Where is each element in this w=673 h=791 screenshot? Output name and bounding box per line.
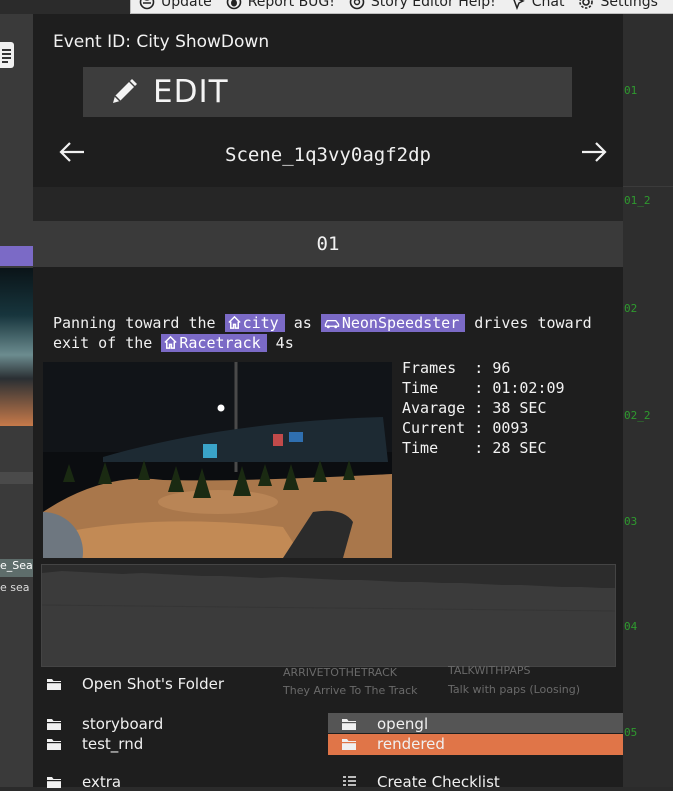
stat-value: 01:02:09 bbox=[492, 379, 565, 397]
folder-icon bbox=[47, 679, 61, 690]
create-checklist-button[interactable]: Create Checklist bbox=[341, 773, 500, 791]
stat-row: Frames : 96 bbox=[402, 359, 511, 377]
stat-key: Frames bbox=[402, 359, 466, 377]
scene-separator bbox=[33, 187, 623, 221]
left-tag-strip bbox=[0, 246, 33, 266]
left-divider bbox=[0, 472, 33, 484]
folder-opengl[interactable]: opengl bbox=[341, 715, 428, 733]
location-tag-racetrack[interactable]: Racetrack bbox=[161, 334, 267, 352]
location-tag-city[interactable]: city bbox=[224, 314, 285, 332]
chat-icon bbox=[513, 0, 525, 10]
chat-menu-item[interactable]: Chat bbox=[510, 0, 565, 13]
stat-key: Time bbox=[402, 439, 466, 457]
gutter-marker: 05 bbox=[624, 726, 638, 739]
stat-row: Time : 28 SEC bbox=[402, 439, 547, 457]
tag-label: Racetrack bbox=[179, 334, 261, 352]
edit-button[interactable]: EDIT bbox=[83, 67, 572, 117]
pencil-icon bbox=[113, 79, 137, 103]
desc-text: as bbox=[284, 314, 321, 332]
folder-label: test_rnd bbox=[82, 735, 144, 753]
left-thumbnail[interactable] bbox=[0, 268, 33, 426]
folder-label: storyboard bbox=[82, 715, 164, 733]
stat-value: 28 SEC bbox=[492, 439, 547, 457]
ghost-label: ARRIVETOTHETRACK bbox=[283, 666, 397, 679]
edit-label: EDIT bbox=[153, 74, 229, 110]
help-menu-item[interactable]: Story Editor Help! bbox=[349, 0, 496, 13]
chat-label: Chat bbox=[531, 0, 565, 10]
settings-label: Settings bbox=[600, 0, 658, 10]
desc-text: 4s bbox=[266, 334, 294, 352]
folder-label: opengl bbox=[377, 715, 429, 733]
event-id-title: Event ID: City ShowDown bbox=[53, 32, 270, 52]
left-scene-label: e_Sea bbox=[0, 559, 33, 577]
stat-key: Current bbox=[402, 419, 466, 437]
folder-storyboard[interactable]: storyboard bbox=[46, 715, 163, 733]
stat-row: Current : 0093 bbox=[402, 419, 529, 437]
stat-value: 96 bbox=[492, 359, 511, 377]
stat-value: 0093 bbox=[492, 419, 529, 437]
shot-stats: Frames : 96 Time : 01:02:09 Avarage : 38 S… bbox=[402, 358, 565, 458]
ghost-label: They Arrive To The Track bbox=[283, 684, 418, 697]
open-shot-folder-button[interactable]: Open Shot's Folder bbox=[46, 675, 224, 693]
folder-extra[interactable]: extra bbox=[46, 773, 121, 791]
audio-waveform[interactable] bbox=[41, 564, 616, 667]
report-bug-label: Report BUG! bbox=[247, 0, 335, 10]
gutter-marker: 01_2 bbox=[624, 194, 651, 207]
stat-key: Time bbox=[402, 379, 466, 397]
gear-icon bbox=[579, 0, 594, 9]
shot-description: Panning toward the city as NeonSpeedster… bbox=[53, 313, 613, 353]
shot-detail-panel: Event ID: City ShowDown EDIT Scene_1q3vy… bbox=[33, 14, 623, 791]
gutter-marker: 01 bbox=[624, 84, 638, 97]
shot-number: 01 bbox=[33, 221, 623, 267]
arrow-right-icon[interactable] bbox=[579, 137, 609, 167]
bug-icon bbox=[226, 0, 242, 10]
gutter-marker: 02 bbox=[624, 302, 638, 315]
checklist-label: Create Checklist bbox=[377, 773, 500, 791]
tag-label: city bbox=[242, 314, 279, 332]
ghost-label: Talk with paps (Loosing) bbox=[448, 683, 581, 696]
house-icon bbox=[164, 335, 178, 349]
open-shot-folder-label: Open Shot's Folder bbox=[82, 675, 224, 693]
shot-preview-image[interactable] bbox=[43, 362, 392, 558]
left-background-pane: e_Sea e sea bbox=[0, 14, 33, 787]
stat-row: Time : 01:02:09 bbox=[402, 379, 565, 397]
stat-key: Avarage bbox=[402, 399, 466, 417]
house-icon bbox=[227, 315, 241, 329]
stat-row: Avarage : 38 SEC bbox=[402, 399, 547, 417]
folder-icon bbox=[47, 739, 61, 750]
tag-label: NeonSpeedster bbox=[341, 314, 460, 332]
globe-icon bbox=[139, 0, 155, 10]
top-menubar: Update Report BUG! Story Editor Help! Ch… bbox=[130, 0, 673, 14]
update-menu-item[interactable]: Update bbox=[139, 0, 212, 13]
gutter-marker: 03 bbox=[624, 515, 638, 528]
folder-icon bbox=[342, 719, 356, 730]
folder-label: extra bbox=[82, 773, 122, 791]
update-label: Update bbox=[161, 0, 212, 10]
character-tag-neonspeedster[interactable]: NeonSpeedster bbox=[320, 314, 466, 332]
folder-icon bbox=[342, 739, 356, 750]
desc-text: Panning toward the bbox=[53, 314, 225, 332]
scene-name: Scene_1q3vy0agf2dp bbox=[225, 144, 431, 166]
left-scene-sub: e sea bbox=[0, 581, 30, 594]
ghost-label: TALKWITHPAPS bbox=[448, 664, 531, 677]
report-bug-menu-item[interactable]: Report BUG! bbox=[226, 0, 335, 13]
list-icon[interactable] bbox=[0, 42, 14, 68]
stat-value: 38 SEC bbox=[492, 399, 547, 417]
help-label: Story Editor Help! bbox=[370, 0, 496, 10]
timeline-gutter: 01 01_2 02 02_2 03 04 05 bbox=[623, 14, 673, 787]
car-icon bbox=[324, 319, 340, 329]
help-icon bbox=[349, 0, 365, 10]
folder-icon bbox=[47, 719, 61, 730]
gutter-marker: 02_2 bbox=[624, 409, 651, 422]
folder-label: rendered bbox=[377, 735, 445, 753]
folder-test-rnd[interactable]: test_rnd bbox=[46, 735, 143, 753]
folder-rendered[interactable]: rendered bbox=[341, 735, 445, 753]
settings-menu-item[interactable]: Settings bbox=[578, 0, 658, 13]
gutter-marker: 04 bbox=[624, 620, 638, 633]
